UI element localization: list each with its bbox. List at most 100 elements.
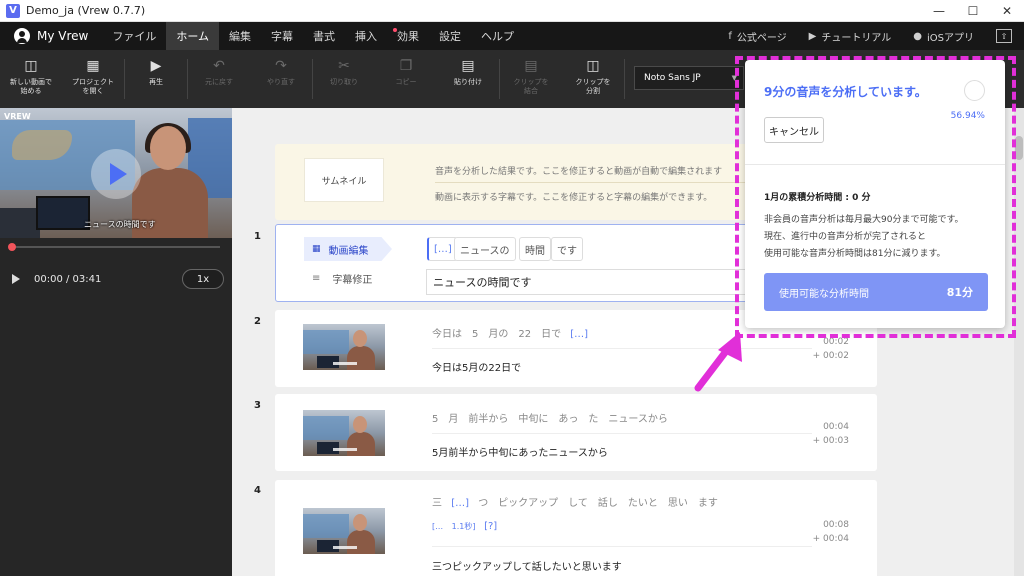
words-text: つ ピックアップ して 話し たいと 思い ます bbox=[478, 498, 718, 509]
new-video-icon: ◫ bbox=[24, 58, 38, 74]
thumbnail-hint-subtitle: 動画に表示する字幕です。ここを修正すると字幕の編集ができます。 bbox=[435, 193, 713, 203]
official-page-label: 公式ページ bbox=[736, 32, 787, 44]
copy-icon: ❐ bbox=[399, 58, 413, 74]
film-icon: ▦ bbox=[312, 244, 321, 254]
menu-subtitle[interactable]: 字幕 bbox=[261, 22, 303, 50]
menu-insert[interactable]: 挿入 bbox=[345, 22, 387, 50]
clip-number: 2 bbox=[254, 316, 261, 327]
silence-marker[interactable]: […] bbox=[451, 498, 469, 509]
menu-effect-label: 効果 bbox=[397, 30, 420, 43]
minimize-button[interactable]: — bbox=[922, 0, 956, 22]
speed-button[interactable]: 1x bbox=[182, 269, 224, 289]
cut-label: 切り取り bbox=[330, 78, 358, 86]
tutorial-link[interactable]: ▶ チュートリアル bbox=[809, 29, 892, 44]
clip-duration: + 00:04 bbox=[812, 534, 849, 544]
subtitle-text[interactable]: 5月前半から中旬にあったニュースから bbox=[432, 444, 608, 459]
menu-help[interactable]: ヘルプ bbox=[471, 22, 524, 50]
pause-marker[interactable]: [… 1.1秒] bbox=[432, 522, 476, 531]
clip-card[interactable]: 三 […] つ ピックアップ して 話し たいと 思い ます [… 1.1秒] … bbox=[275, 480, 877, 576]
subtitle-text[interactable]: 今日は5月の22日で bbox=[432, 359, 521, 374]
video-edit-tag[interactable]: ▦ 動画編集 bbox=[304, 237, 392, 261]
paste-label: 貼り付け bbox=[454, 78, 482, 86]
scrollbar-thumb[interactable] bbox=[1015, 136, 1023, 160]
pause-row[interactable]: [… 1.1秒] [?] bbox=[432, 521, 497, 532]
close-button[interactable]: ✕ bbox=[990, 0, 1024, 22]
cut-button[interactable]: ✂ 切り取り bbox=[313, 50, 375, 108]
clip-thumbnail[interactable] bbox=[303, 410, 385, 456]
seek-handle[interactable] bbox=[8, 243, 16, 251]
toolbar-divider bbox=[624, 59, 625, 99]
subtitle-edit-tag[interactable]: ≡ 字幕修正 bbox=[312, 271, 372, 286]
subtitle-text[interactable]: 三つピックアップして話したいと思います bbox=[432, 558, 622, 573]
menu-format[interactable]: 書式 bbox=[303, 22, 345, 50]
merge-clip-button[interactable]: ▤ クリップを 結合 bbox=[500, 50, 562, 108]
open-project-button[interactable]: ▦ プロジェクト を開く bbox=[62, 50, 124, 108]
subtitle-input[interactable]: ニュースの時間です bbox=[426, 269, 746, 295]
apple-icon: ● bbox=[913, 30, 922, 42]
thumb-body bbox=[347, 346, 375, 370]
ios-app-label: iOSアプリ bbox=[927, 32, 974, 44]
official-page-link[interactable]: f 公式ページ bbox=[728, 29, 786, 44]
redo-label: やり直す bbox=[267, 78, 295, 86]
clip-duration: + 00:02 bbox=[812, 351, 849, 361]
user-menu[interactable]: My Vrew bbox=[14, 28, 88, 44]
redo-button[interactable]: ↷ やり直す bbox=[250, 50, 312, 108]
word-chip[interactable]: ニュースの bbox=[454, 237, 516, 261]
pointer-arrow-icon bbox=[694, 332, 742, 392]
clip-number: 1 bbox=[254, 231, 261, 242]
divider bbox=[432, 348, 812, 349]
font-select-value: Noto Sans JP bbox=[644, 73, 701, 83]
menu-effect[interactable]: 効果 bbox=[387, 22, 429, 50]
user-label: My Vrew bbox=[37, 29, 89, 43]
clip-thumbnail[interactable] bbox=[303, 508, 385, 554]
undo-button[interactable]: ↶ 元に戻す bbox=[188, 50, 250, 108]
menu-edit[interactable]: 編集 bbox=[219, 22, 261, 50]
playback-time: 00:00 / 03:41 bbox=[34, 273, 102, 285]
clip-time: 00:08 bbox=[823, 520, 849, 530]
play-overlay-button[interactable] bbox=[91, 149, 141, 199]
word-list[interactable]: 三 […] つ ピックアップ して 話し たいと 思い ます bbox=[432, 494, 718, 509]
menu-settings[interactable]: 設定 bbox=[429, 22, 471, 50]
clip-number: 3 bbox=[254, 400, 261, 411]
divider bbox=[432, 433, 812, 434]
seek-bar[interactable] bbox=[12, 246, 220, 248]
word-list[interactable]: 今日は 5 月の 22 日で […] bbox=[432, 325, 588, 340]
laptop-decor bbox=[0, 208, 40, 238]
redo-icon: ↷ bbox=[275, 58, 287, 74]
user-avatar-icon bbox=[14, 28, 30, 44]
split-icon: ◫ bbox=[586, 58, 600, 74]
video-preview[interactable]: VREW ニュースの時間です bbox=[0, 108, 232, 238]
thumb-body bbox=[347, 432, 375, 456]
highlight-frame bbox=[735, 56, 1016, 338]
split-clip-label: クリップを 分割 bbox=[575, 78, 611, 95]
silence-marker[interactable]: […] bbox=[570, 329, 588, 340]
copy-button[interactable]: ❐ コピー bbox=[375, 50, 437, 108]
new-video-button[interactable]: ◫ 新しい動画で 始める bbox=[0, 50, 62, 108]
paste-button[interactable]: ▤ 貼り付け bbox=[437, 50, 499, 108]
font-select[interactable]: Noto Sans JP ▼ bbox=[634, 66, 744, 90]
menu-file[interactable]: ファイル bbox=[102, 22, 166, 50]
thumb-caption bbox=[333, 362, 357, 365]
ios-app-link[interactable]: ● iOSアプリ bbox=[913, 29, 974, 44]
facebook-icon: f bbox=[728, 30, 732, 42]
play-icon[interactable] bbox=[12, 274, 20, 284]
split-clip-button[interactable]: ◫ クリップを 分割 bbox=[562, 50, 624, 108]
clip-thumbnail[interactable] bbox=[303, 324, 385, 370]
undo-icon: ↶ bbox=[213, 58, 225, 74]
maximize-button[interactable]: ☐ bbox=[956, 0, 990, 22]
clip-time: 00:02 bbox=[823, 337, 849, 347]
open-project-label: プロジェクト を開く bbox=[72, 78, 114, 95]
window-title: Demo_ja (Vrew 0.7.7) bbox=[26, 4, 146, 17]
word-chip[interactable]: です bbox=[551, 237, 583, 261]
play-icon bbox=[110, 163, 127, 185]
clip-card[interactable]: 5 月 前半から 中旬に あっ た ニュースから 5月前半から中旬にあったニュー… bbox=[275, 394, 877, 471]
share-icon[interactable]: ⇧ bbox=[996, 29, 1012, 43]
thumbnail-button[interactable]: サムネイル bbox=[304, 158, 384, 202]
menu-home[interactable]: ホーム bbox=[166, 22, 220, 50]
word-list[interactable]: 5 月 前半から 中旬に あっ た ニュースから bbox=[432, 410, 668, 425]
tutorial-label: チュートリアル bbox=[821, 32, 892, 44]
word-chip[interactable]: 時間 bbox=[519, 237, 551, 261]
unknown-marker[interactable]: [?] bbox=[484, 521, 497, 532]
play-button[interactable]: ▶ 再生 bbox=[125, 50, 187, 108]
clip-duration: + 00:03 bbox=[812, 436, 849, 446]
